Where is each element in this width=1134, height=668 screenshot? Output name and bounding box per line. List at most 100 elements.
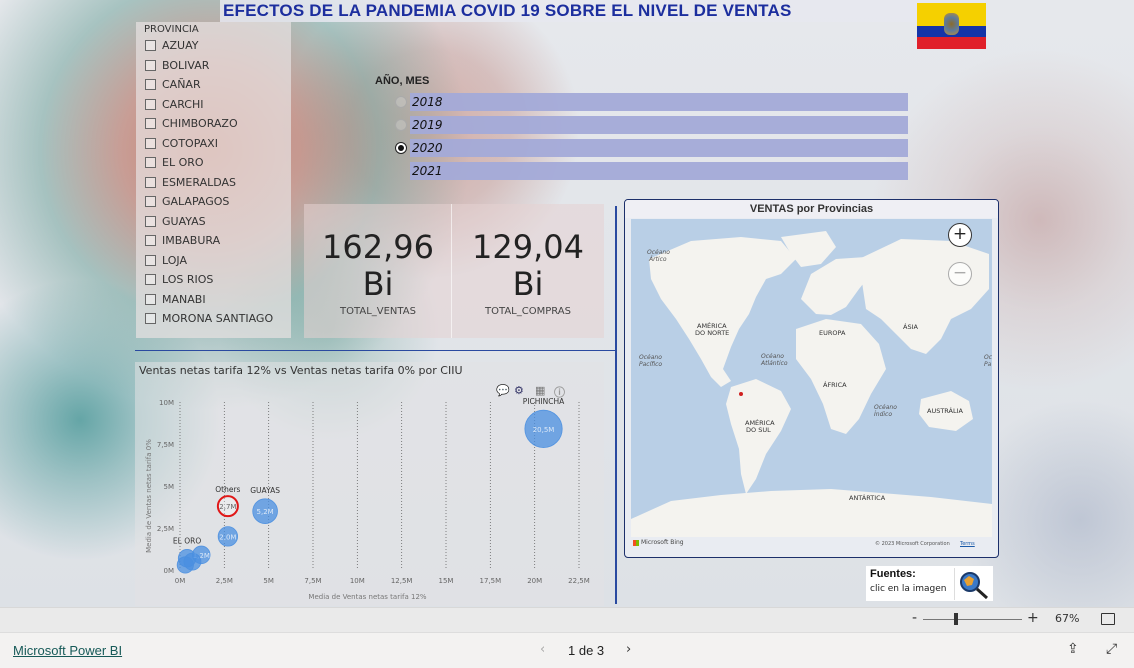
map-label: AUSTRÁLIA: [927, 406, 964, 415]
map-terms-link[interactable]: Terms: [960, 541, 975, 547]
radio-button[interactable]: [395, 142, 407, 154]
checkbox[interactable]: [145, 98, 156, 110]
provincia-item[interactable]: MORONA SANTIAGO: [145, 309, 291, 329]
checkbox[interactable]: [145, 215, 156, 227]
periodo-slicer: AÑO, MES 2018 2019 2020 2021: [370, 72, 915, 182]
provincia-label: IMBABURA: [162, 234, 221, 248]
kpi-card-total-ventas[interactable]: 162,96 Bi TOTAL_VENTAS: [304, 204, 452, 338]
provincia-item[interactable]: GALAPAGOS: [145, 192, 291, 212]
provincia-item[interactable]: AZUAY: [145, 36, 291, 56]
periodo-option-label: 2019: [412, 118, 443, 132]
kpi-value: 162,96: [322, 228, 434, 266]
periodo-option-label: 2018: [412, 95, 443, 109]
radio-button[interactable]: [395, 119, 407, 131]
scatter-chart[interactable]: Ventas netas tarifa 12% vs Ventas netas …: [135, 362, 604, 606]
provincia-item[interactable]: CHIMBORAZO: [145, 114, 291, 134]
radio-button[interactable]: [395, 96, 407, 108]
x-tick-label: 15M: [439, 577, 454, 585]
checkbox[interactable]: [145, 196, 156, 208]
fuentes-card[interactable]: Fuentes: clic en la imagen: [866, 566, 993, 601]
provincia-item[interactable]: GUAYAS: [145, 212, 291, 232]
report-canvas: EFECTOS DE LA PANDEMIA COVID 19 SOBRE EL…: [0, 0, 1134, 607]
kpi-card-total-compras[interactable]: 129,04 Bi TOTAL_COMPRAS: [454, 204, 602, 338]
provincia-slicer-header: PROVINCIA: [144, 24, 199, 35]
provincia-slicer: PROVINCIA AZUAY BOLIVAR CAÑAR CARCHI CHIMBOR…: [136, 22, 291, 338]
option-background: [410, 162, 908, 180]
fit-to-page-icon[interactable]: [1101, 613, 1115, 625]
map-label: Océano: [639, 354, 662, 361]
map-visual[interactable]: VENTAS por Provincias Océano Ártico Océa…: [624, 199, 999, 558]
checkbox[interactable]: [145, 157, 156, 169]
checkbox[interactable]: [145, 313, 156, 325]
checkbox[interactable]: [145, 293, 156, 305]
provincia-item[interactable]: ESMERALDAS: [145, 173, 291, 193]
x-tick-label: 5M: [263, 577, 274, 585]
provincia-item[interactable]: EL ORO: [145, 153, 291, 173]
checkbox[interactable]: [145, 235, 156, 247]
provincia-item[interactable]: CAÑAR: [145, 75, 291, 95]
footer-bar: Microsoft Power BI ‹ 1 de 3 › ⇪ ⤢: [0, 632, 1134, 668]
map-label: DO SUL: [746, 426, 771, 434]
y-tick-label: 5M: [164, 483, 175, 491]
zoom-in-button[interactable]: +: [948, 223, 972, 247]
provincia-item[interactable]: BOLIVAR: [145, 56, 291, 76]
fullscreen-icon[interactable]: ⤢: [1106, 641, 1117, 657]
checkbox[interactable]: [145, 118, 156, 130]
kpi-unit: Bi: [512, 265, 544, 303]
provincia-item[interactable]: CARCHI: [145, 95, 291, 115]
provincia-item[interactable]: IMBABURA: [145, 231, 291, 251]
data-label: 2,0M: [219, 533, 236, 541]
periodo-option-2021[interactable]: 2021: [370, 162, 915, 180]
x-axis-label: Media de Ventas netas tarifa 12%: [308, 593, 427, 601]
scatter-plot-area[interactable]: 0M 2,5M 5M 7,5M 10M 12,5M 15M 17,5M 20M 22,5M 0M 2,…: [135, 362, 604, 606]
ecuador-marker[interactable]: [739, 392, 743, 396]
periodo-option-2020[interactable]: 2020: [370, 139, 915, 157]
ecuador-flag-image: [917, 3, 986, 49]
option-background: [410, 116, 908, 134]
provincia-item[interactable]: LOJA: [145, 251, 291, 271]
checkbox[interactable]: [145, 254, 156, 266]
provincia-label: MANABI: [162, 292, 206, 306]
next-page-button[interactable]: ›: [626, 642, 631, 657]
periodo-option-2018[interactable]: 2018: [370, 93, 915, 111]
option-background: [410, 139, 908, 157]
data-label: 5,2M: [257, 508, 274, 516]
zoom-slider[interactable]: [923, 619, 1022, 620]
provincia-item[interactable]: COTOPAXI: [145, 134, 291, 154]
checkbox[interactable]: [145, 137, 156, 149]
zoom-percent: 67%: [1055, 612, 1080, 625]
map-copyright: © 2023 Microsoft Corporation: [875, 541, 950, 547]
provincia-item[interactable]: MANABI: [145, 290, 291, 310]
scatter-point[interactable]: [176, 556, 194, 574]
zoom-plus-button[interactable]: +: [1027, 610, 1039, 626]
provincia-item[interactable]: LOS RIOS: [145, 270, 291, 290]
checkbox[interactable]: [145, 59, 156, 71]
periodo-option-2019[interactable]: 2019: [370, 116, 915, 134]
category-label: PICHINCHA: [523, 397, 565, 406]
zoom-out-button[interactable]: −: [948, 262, 972, 286]
map-label: Ártico: [648, 256, 667, 263]
provincia-label: CARCHI: [162, 97, 204, 111]
world-map[interactable]: Océano Ártico Océano Pacífico Océano Atl…: [631, 219, 992, 537]
map-label: ÁFRICA: [823, 380, 847, 389]
checkbox[interactable]: [145, 79, 156, 91]
map-label: Atlántico: [760, 360, 788, 367]
checkbox[interactable]: [145, 176, 156, 188]
share-icon[interactable]: ⇪: [1067, 641, 1079, 657]
zoom-minus-button[interactable]: -: [912, 610, 917, 626]
magnifier-globe-icon[interactable]: [954, 568, 993, 600]
previous-page-button[interactable]: ‹: [540, 642, 545, 657]
provincia-label: MORONA SANTIAGO: [162, 312, 274, 326]
data-label: 2,7M: [219, 503, 236, 511]
periodo-slicer-header: AÑO, MES: [375, 75, 430, 87]
kpi-divider: [451, 204, 452, 338]
provincia-list: AZUAY BOLIVAR CAÑAR CARCHI CHIMBORAZO COTOPAX…: [136, 36, 291, 329]
x-tick-label: 17,5M: [480, 577, 502, 585]
checkbox[interactable]: [145, 274, 156, 286]
checkbox[interactable]: [145, 40, 156, 52]
provincia-label: AZUAY: [162, 39, 199, 53]
map-label: ÁSIA: [903, 322, 918, 331]
kpi-panel: 162,96 Bi TOTAL_VENTAS 129,04 Bi TOTAL_C…: [304, 204, 604, 338]
zoom-slider-thumb[interactable]: [953, 613, 958, 625]
power-bi-link[interactable]: Microsoft Power BI: [13, 643, 122, 658]
